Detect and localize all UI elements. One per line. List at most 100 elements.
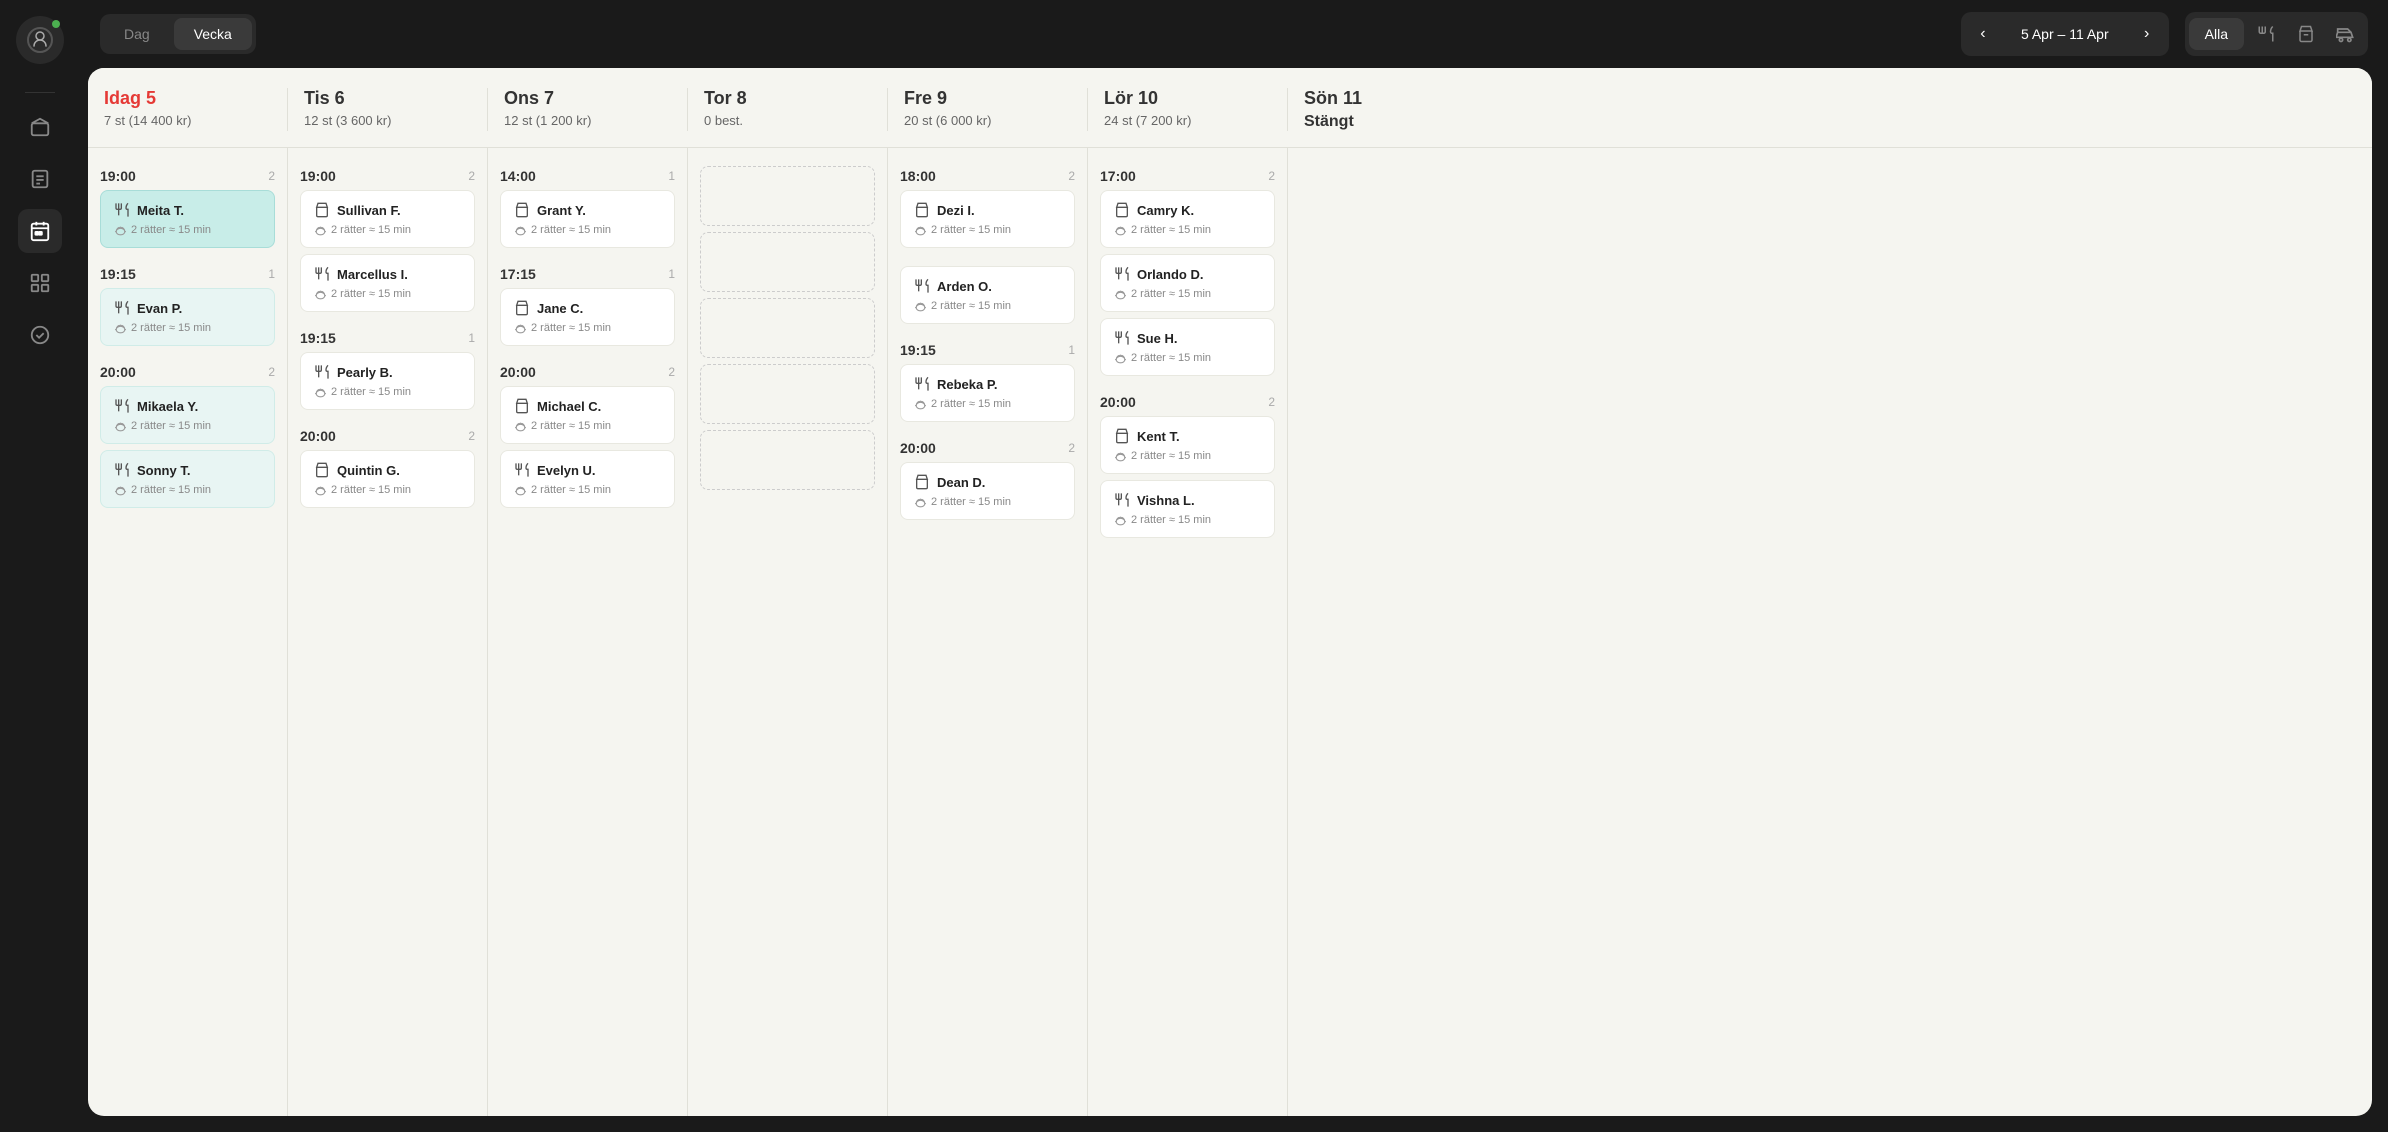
pot-icon bbox=[113, 419, 127, 433]
time-slot: Arden O.2 rätter ≈ 15 min bbox=[888, 258, 1087, 334]
res-name-row: Sonny T. bbox=[113, 461, 262, 479]
reservation-card[interactable]: Kent T.2 rätter ≈ 15 min bbox=[1100, 416, 1275, 474]
reservation-detail-text: 2 rätter ≈ 15 min bbox=[531, 322, 611, 334]
reservation-name: Rebeka P. bbox=[937, 377, 997, 392]
res-name-row: Sue H. bbox=[1113, 329, 1262, 347]
pot-icon bbox=[113, 223, 127, 237]
reservation-detail-text: 2 rätter ≈ 15 min bbox=[1131, 224, 1211, 236]
cutlery-icon bbox=[513, 461, 531, 479]
time-count: 1 bbox=[1068, 343, 1075, 357]
time-slot: 17:002Camry K.2 rätter ≈ 15 minOrlando D… bbox=[1088, 160, 1287, 386]
res-name-row: Dezi I. bbox=[913, 201, 1062, 219]
empty-slot bbox=[700, 364, 875, 424]
filter-restaurant-button[interactable] bbox=[2248, 16, 2284, 52]
filter-delivery-button[interactable] bbox=[2328, 16, 2364, 52]
reservation-card[interactable]: Michael C.2 rätter ≈ 15 min bbox=[500, 386, 675, 444]
calendar-header: Idag 57 st (14 400 kr)Tis 612 st (3 600 … bbox=[88, 68, 2372, 148]
reservation-card[interactable]: Grant Y.2 rätter ≈ 15 min bbox=[500, 190, 675, 248]
reservation-card[interactable]: Dean D.2 rätter ≈ 15 min bbox=[900, 462, 1075, 520]
time-slot: 18:00 2 Dezi I. 2 rätter ≈ 15 min bbox=[888, 160, 1087, 258]
pot-icon bbox=[1113, 351, 1127, 365]
reservation-card[interactable]: Pearly B.2 rätter ≈ 15 min bbox=[300, 352, 475, 410]
day-header-fri: Fre 920 st (6 000 kr) bbox=[888, 88, 1088, 131]
app-logo[interactable] bbox=[16, 16, 64, 64]
empty-slot bbox=[700, 298, 875, 358]
res-name-row: Grant Y. bbox=[513, 201, 662, 219]
reservation-card[interactable]: Arden O.2 rätter ≈ 15 min bbox=[900, 266, 1075, 324]
time-slot: 19:002Sullivan F.2 rätter ≈ 15 minMarcel… bbox=[288, 160, 487, 322]
reservation-card[interactable]: Camry K.2 rätter ≈ 15 min bbox=[1100, 190, 1275, 248]
day-header-tue: Tis 612 st (3 600 kr) bbox=[288, 88, 488, 131]
res-name-row: Quintin G. bbox=[313, 461, 462, 479]
reservation-card[interactable]: Meita T.2 rätter ≈ 15 min bbox=[100, 190, 275, 248]
time-header: 19:151 bbox=[300, 330, 475, 346]
next-week-button[interactable]: › bbox=[2129, 16, 2165, 52]
reservation-card[interactable]: Quintin G.2 rätter ≈ 15 min bbox=[300, 450, 475, 508]
time-label: 20:00 bbox=[1100, 394, 1136, 410]
time-label: 18:00 bbox=[900, 168, 936, 184]
pot-icon bbox=[513, 483, 527, 497]
sidebar-item-orders[interactable] bbox=[18, 157, 62, 201]
filter-alla-button[interactable]: Alla bbox=[2189, 18, 2244, 50]
reservation-card[interactable]: Marcellus I.2 rätter ≈ 15 min bbox=[300, 254, 475, 312]
day-stats: 20 st (6 000 kr) bbox=[904, 113, 1071, 128]
bag-icon bbox=[513, 397, 531, 415]
reservation-card[interactable]: Jane C. 2 rätter ≈ 15 min bbox=[500, 288, 675, 346]
day-column-fri: 18:00 2 Dezi I. 2 rätter ≈ 15 min Arden O.2 … bbox=[888, 148, 1088, 1116]
dag-view-button[interactable]: Dag bbox=[104, 18, 170, 50]
reservation-name: Sullivan F. bbox=[337, 203, 401, 218]
prev-week-button[interactable]: ‹ bbox=[1965, 16, 2001, 52]
reservation-detail-text: 2 rätter ≈ 15 min bbox=[531, 484, 611, 496]
time-slot: 19:151 Evan P.2 rätter ≈ 15 min bbox=[88, 258, 287, 356]
main-content: Dag Vecka ‹ 5 Apr – 11 Apr › Alla bbox=[80, 0, 2388, 1132]
reservation-card[interactable]: Evan P.2 rätter ≈ 15 min bbox=[100, 288, 275, 346]
reservation-name: Grant Y. bbox=[537, 203, 586, 218]
time-count: 2 bbox=[1068, 169, 1075, 183]
topbar: Dag Vecka ‹ 5 Apr – 11 Apr › Alla bbox=[80, 0, 2388, 68]
reservation-card[interactable]: Dezi I. 2 rätter ≈ 15 min bbox=[900, 190, 1075, 248]
reservation-card[interactable]: Sonny T. 2 rätter ≈ 15 min bbox=[100, 450, 275, 508]
bag-icon bbox=[913, 201, 931, 219]
time-slot: 20:002 Michael C.2 rätter ≈ 15 min Evelyn … bbox=[488, 356, 687, 518]
sidebar-item-tasks[interactable] bbox=[18, 313, 62, 357]
reservation-details: 2 rätter ≈ 15 min bbox=[913, 495, 1062, 509]
cutlery-icon bbox=[313, 265, 331, 283]
vecka-view-button[interactable]: Vecka bbox=[174, 18, 252, 50]
reservation-card[interactable]: Sullivan F.2 rätter ≈ 15 min bbox=[300, 190, 475, 248]
time-count: 2 bbox=[668, 365, 675, 379]
res-name-row: Sullivan F. bbox=[313, 201, 462, 219]
reservation-card[interactable]: Rebeka P.2 rätter ≈ 15 min bbox=[900, 364, 1075, 422]
reservation-card[interactable]: Vishna L.2 rätter ≈ 15 min bbox=[1100, 480, 1275, 538]
pot-icon bbox=[513, 223, 527, 237]
reservation-details: 2 rätter ≈ 15 min bbox=[113, 483, 262, 497]
date-range-label: 5 Apr – 11 Apr bbox=[2009, 26, 2121, 42]
reservation-card[interactable]: Sue H.2 rätter ≈ 15 min bbox=[1100, 318, 1275, 376]
pot-icon bbox=[913, 397, 927, 411]
pot-icon bbox=[913, 299, 927, 313]
pot-icon bbox=[313, 385, 327, 399]
res-name-row: Vishna L. bbox=[1113, 491, 1262, 509]
reservation-details: 2 rätter ≈ 15 min bbox=[1113, 287, 1262, 301]
time-count: 2 bbox=[468, 169, 475, 183]
time-count: 1 bbox=[668, 169, 675, 183]
filter-takeaway-button[interactable] bbox=[2288, 16, 2324, 52]
pot-icon bbox=[513, 321, 527, 335]
reservation-name: Evan P. bbox=[137, 301, 182, 316]
time-slot: 20:002Kent T.2 rätter ≈ 15 minVishna L.2… bbox=[1088, 386, 1287, 548]
time-header: 20:002 bbox=[500, 364, 675, 380]
reservation-card[interactable]: Mikaela Y.2 rätter ≈ 15 min bbox=[100, 386, 275, 444]
sidebar-item-calendar[interactable] bbox=[18, 209, 62, 253]
reservation-card[interactable]: Orlando D.2 rätter ≈ 15 min bbox=[1100, 254, 1275, 312]
reservation-details: 2 rätter ≈ 15 min bbox=[313, 287, 462, 301]
reservation-name: Jane C. bbox=[537, 301, 583, 316]
pot-icon bbox=[113, 483, 127, 497]
reservation-card[interactable]: Evelyn U.2 rätter ≈ 15 min bbox=[500, 450, 675, 508]
time-header: 19:151 bbox=[100, 266, 275, 282]
pot-icon bbox=[1113, 449, 1127, 463]
sidebar-item-grid[interactable] bbox=[18, 261, 62, 305]
sidebar-item-home[interactable] bbox=[18, 105, 62, 149]
time-count: 1 bbox=[468, 331, 475, 345]
empty-slot bbox=[700, 232, 875, 292]
day-stats: 12 st (3 600 kr) bbox=[304, 113, 471, 128]
reservation-detail-text: 2 rätter ≈ 15 min bbox=[931, 224, 1011, 236]
